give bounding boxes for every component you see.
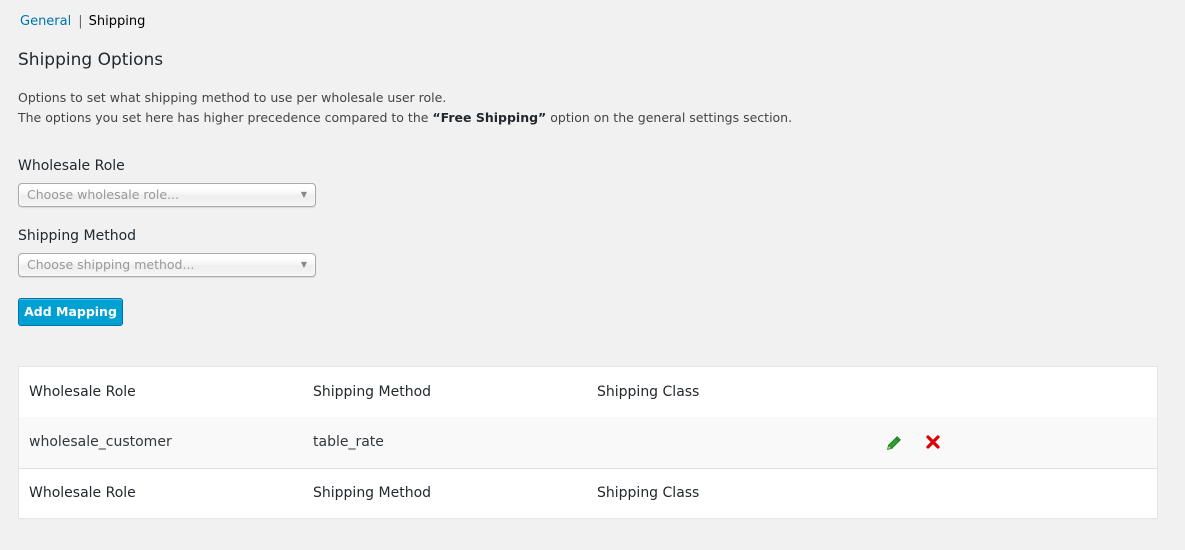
header-shipping-class: Shipping Class	[597, 384, 700, 400]
wholesale-role-select[interactable]: Choose wholesale role... ▼	[18, 183, 316, 207]
delete-x-icon[interactable]	[925, 434, 941, 450]
wholesale-role-label: Wholesale Role	[18, 158, 125, 174]
table-footer-row: Wholesale Role Shipping Method Shipping …	[19, 468, 1157, 518]
section-title: Shipping Options	[18, 50, 164, 70]
add-mapping-button[interactable]: Add Mapping	[18, 298, 123, 326]
cell-wholesale-role: wholesale_customer	[29, 434, 172, 450]
free-shipping-emphasis: “Free Shipping”	[432, 110, 547, 125]
table-header-row: Wholesale Role Shipping Method Shipping …	[19, 367, 1157, 418]
footer-shipping-class: Shipping Class	[597, 485, 700, 501]
shipping-method-select[interactable]: Choose shipping method... ▼	[18, 253, 316, 277]
dropdown-arrow-icon: ▼	[300, 260, 307, 269]
description-line-1: Options to set what shipping method to u…	[18, 90, 447, 105]
description-text: The options you set here has higher prec…	[18, 110, 433, 125]
cell-shipping-method: table_rate	[313, 434, 384, 450]
subnav-general-link[interactable]: General	[20, 14, 71, 29]
section-description: Options to set what shipping method to u…	[18, 88, 792, 128]
pencil-icon[interactable]	[885, 434, 903, 452]
wholesale-role-placeholder: Choose wholesale role...	[27, 187, 179, 202]
footer-wholesale-role: Wholesale Role	[29, 485, 136, 501]
dropdown-arrow-icon: ▼	[300, 190, 307, 199]
description-text-tail: option on the general settings section.	[546, 110, 793, 125]
description-line-2: The options you set here has higher prec…	[18, 108, 792, 128]
footer-shipping-method: Shipping Method	[313, 485, 432, 501]
shipping-method-label: Shipping Method	[18, 228, 137, 244]
subnav-separator: |	[78, 14, 83, 29]
subnav-shipping-current: Shipping	[88, 14, 146, 29]
header-wholesale-role: Wholesale Role	[29, 384, 136, 400]
shipping-method-placeholder: Choose shipping method...	[27, 257, 195, 272]
table-row: wholesale_customer table_rate	[19, 417, 1157, 469]
mapping-table: Wholesale Role Shipping Method Shipping …	[18, 366, 1158, 519]
header-shipping-method: Shipping Method	[313, 384, 432, 400]
settings-subnav: General | Shipping	[20, 14, 145, 29]
